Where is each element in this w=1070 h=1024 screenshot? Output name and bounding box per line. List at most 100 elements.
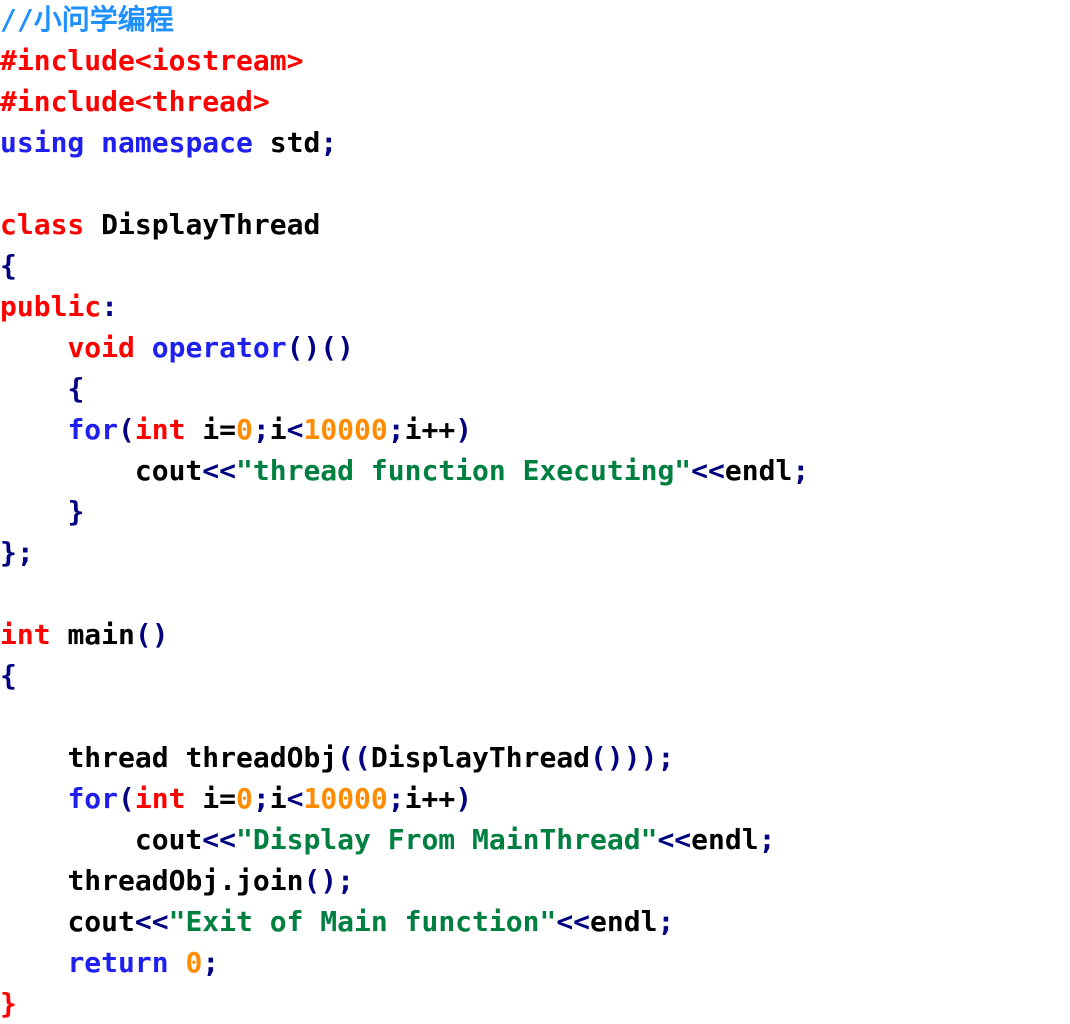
code-line[interactable] [0,163,1070,204]
code-token-punct: ( [118,413,135,446]
code-token-punct: << [657,823,692,856]
code-token-plain: DisplayThread [101,208,321,241]
code-line[interactable]: threadObj.join(); [0,860,1070,901]
code-token-punct: ) [455,782,473,815]
code-token-punct: < [286,782,304,815]
code-token-number: 0 [236,782,253,815]
code-token-plain: threadObj [67,864,220,897]
code-token-number: 10000 [303,413,388,446]
code-token-type: class [0,208,85,241]
code-token-punct: ; [252,413,270,446]
code-token-plain: std [269,126,321,159]
code-line[interactable]: } [0,983,1070,1024]
code-token-punct: } [67,495,85,528]
code-token-number: 0 [236,413,253,446]
code-line[interactable]: cout<<"Exit of Main function"<<endl; [0,901,1070,942]
code-token-plain: cout [134,454,203,487]
code-line[interactable]: { [0,368,1070,409]
code-token-string: "thread function Executing" [236,454,692,487]
code-token-keyword: namespace [101,126,253,159]
code-token-punct: ; [387,782,405,815]
code-token-punct: ; [657,905,675,938]
code-line[interactable]: #include<iostream> [0,40,1070,81]
code-token-preproc: #include<thread> [0,85,270,118]
code-token-plain: i++ [404,782,456,815]
code-token-plain: threadObj [185,741,338,774]
code-token-string: "Exit of Main function" [168,905,557,938]
code-line[interactable]: for(int i=0;i<10000;i++) [0,778,1070,819]
code-token-punct: ; [320,126,338,159]
code-line[interactable]: //小问学编程 [0,0,1070,40]
code-token-plain: i++ [404,413,456,446]
code-token-plain: join [236,864,304,897]
code-token-plain: . [219,864,237,897]
code-token-plain: i [269,782,287,815]
code-token-punct: << [202,823,237,856]
code-token-keyword: for [67,782,119,815]
code-line[interactable]: } [0,491,1070,532]
code-token-type: int [134,782,186,815]
code-token-punct: ( [118,782,135,815]
code-editor-pane[interactable]: //小问学编程 #include<iostream> #include<thread… [0,0,1070,1024]
code-line[interactable]: int main() [0,614,1070,655]
code-token-punct: ; [758,823,776,856]
code-line[interactable]: { [0,245,1070,286]
code-token-punct: ())); [590,741,675,774]
code-token-punct: ; [252,782,270,815]
code-token-comment: //小问学编程 [0,3,174,36]
code-token-punct: ; [202,946,220,979]
code-token-preproc: #include<iostream> [0,44,304,77]
code-token-keyword: operator [151,331,287,364]
code-line[interactable]: using namespace std; [0,122,1070,163]
code-line[interactable] [0,573,1070,614]
code-line[interactable]: void operator()() [0,327,1070,368]
code-token-plain: endl [691,823,759,856]
code-token-brace-end: } [0,987,17,1020]
code-line[interactable]: }; [0,532,1070,573]
code-line[interactable]: public: [0,286,1070,327]
code-token-punct: ) [455,413,473,446]
code-token-punct: (( [337,741,371,774]
code-token-string: "Display From MainThread" [236,823,658,856]
code-token-plain: i= [202,782,237,815]
code-line[interactable]: cout<<"Display From MainThread"<<endl; [0,819,1070,860]
code-line[interactable]: cout<<"thread function Executing"<<endl; [0,450,1070,491]
code-token-punct: ; [16,536,34,569]
code-line[interactable]: { [0,655,1070,696]
code-token-type: public [0,290,102,323]
code-token-punct: } [0,536,17,569]
code-token-punct: << [691,454,725,487]
code-line[interactable]: for(int i=0;i<10000;i++) [0,409,1070,450]
code-line[interactable] [0,696,1070,737]
code-token-keyword: return [67,946,169,979]
code-token-plain: DisplayThread [370,741,591,774]
code-line[interactable]: thread threadObj((DisplayThread())); [0,737,1070,778]
code-token-plain: endl [724,454,793,487]
code-token-plain: cout [134,823,203,856]
code-token-plain: endl [590,905,658,938]
code-token-punct: { [0,659,17,692]
code-line[interactable]: #include<thread> [0,81,1070,122]
code-token-number: 0 [185,946,203,979]
code-token-punct: { [67,372,85,405]
code-token-punct: (); [303,864,355,897]
code-token-plain: main [67,618,135,651]
code-line[interactable]: class DisplayThread [0,204,1070,245]
code-token-type: int [0,618,51,651]
code-token-punct: () [134,618,169,651]
code-line[interactable]: return 0; [0,942,1070,983]
